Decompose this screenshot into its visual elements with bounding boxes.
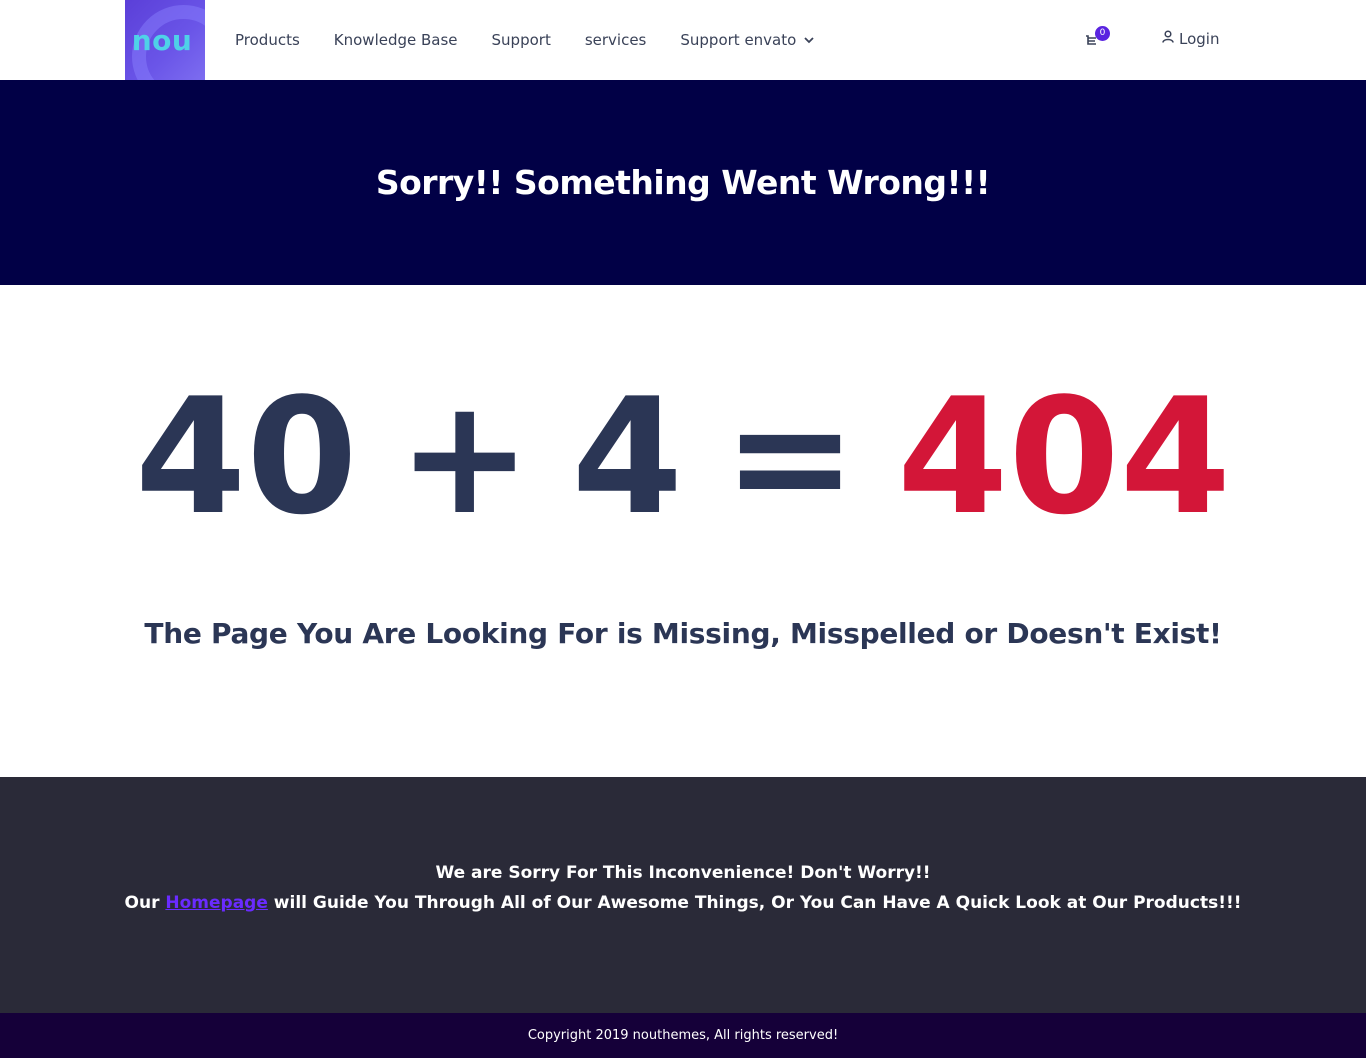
nav-item-knowledge-base[interactable]: Knowledge Base [334,31,458,49]
nav-item-support[interactable]: Support [492,31,551,49]
site-footer: Copyright 2019 nouthemes, All rights res… [0,1013,1366,1058]
error-content: 40 +4 = 404 The Page You Are Looking For is… [0,285,1366,777]
error-banner: Sorry!! Something Went Wrong!!! [0,80,1366,285]
copyright-text: Copyright 2019 nouthemes, All rights res… [527,1028,839,1043]
info-section: We are Sorry For This Inconvenience! Don… [0,777,1366,1013]
nav-item-label: Support envato [680,31,797,49]
nav-item-label: services [584,31,647,49]
error-subtitle: The Page You Are Looking For is Missing,… [144,617,1222,650]
info-line-2-suffix: will Guide You Through All of Our Awesom… [267,893,1242,913]
nav-item-services[interactable]: services [585,31,647,49]
main-nav: Products Knowledge Base Support services… [235,0,848,80]
login-label: Login [1179,30,1220,48]
nav-item-label: Support [491,31,551,49]
equation-plus: + [397,363,532,550]
nav-item-label: Products [235,31,300,49]
info-line-2-prefix: Our [124,893,166,913]
error-equation: 40 +4 = 404 [0,377,1366,537]
nav-item-label: Knowledge Base [333,31,458,49]
logo[interactable]: nou [125,0,205,80]
chevron-down-icon [804,36,814,44]
user-icon [1162,30,1174,48]
logo-text: nou [131,23,193,57]
info-line-2: Our Homepage will Guide You Through All … [0,893,1366,913]
info-line-1: We are Sorry For This Inconvenience! Don… [435,863,931,883]
equation-operand-b: 4 [571,363,683,550]
login-button[interactable]: Login [1162,30,1219,48]
site-header: nou Products Knowledge Base Support serv… [0,0,1366,80]
cart-count-badge: 0 [1095,26,1110,41]
nav-item-support-envato[interactable]: Support envato [680,31,814,49]
equation-result: 404 [897,363,1232,550]
homepage-link[interactable]: Homepage [165,893,268,913]
equation-operand-a: 40 [134,363,358,550]
equation-equals: = [723,363,858,550]
page-title: Sorry!! Something Went Wrong!!! [375,163,991,202]
nav-item-products[interactable]: Products [235,31,300,49]
